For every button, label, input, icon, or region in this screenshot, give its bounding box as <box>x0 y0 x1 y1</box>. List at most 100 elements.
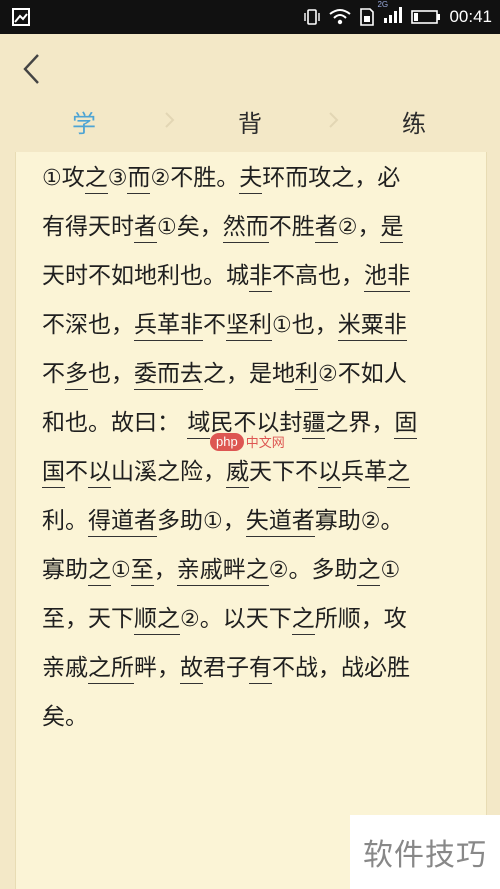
annotation-marker[interactable]: ① <box>380 558 400 583</box>
sim-card-icon <box>360 8 375 26</box>
underlined-word: 者 <box>314 214 338 243</box>
underlined-word: 非 <box>387 263 410 292</box>
underlined-word: 得道 <box>88 508 134 537</box>
status-bar: 2G 00:41 <box>0 0 500 34</box>
underlined-word: 非 <box>249 263 272 292</box>
poem-segment: 有得天时 <box>42 214 134 240</box>
underlined-word: 是 <box>380 214 404 243</box>
vibrate-icon <box>304 9 321 25</box>
annotation-marker[interactable]: ② <box>269 558 289 583</box>
underlined-word: 至 <box>130 557 154 586</box>
poem-segment: 不胜 <box>268 214 315 240</box>
annotation-marker[interactable]: ② <box>150 166 170 191</box>
poem-segment: 畔， <box>134 655 180 681</box>
status-time: 00:41 <box>449 7 492 26</box>
tab-learn[interactable]: 学 <box>72 104 96 139</box>
poem-segment: 和也。故曰： <box>42 410 188 436</box>
underlined-word: 池 <box>364 263 387 292</box>
underlined-word: 故 <box>180 655 203 684</box>
poem-segment: 不深也， <box>42 312 134 338</box>
underlined-word: 利 <box>295 361 318 390</box>
poem-line: 国不以山溪之险，威天下不以兵革之 <box>42 448 462 497</box>
poem-segment: 至，天下 <box>42 606 134 632</box>
underlined-word: 亲戚 <box>176 557 223 586</box>
annotation-marker[interactable]: ② <box>361 509 381 534</box>
underlined-word: 非 <box>383 312 407 341</box>
underlined-word: 非 <box>180 312 203 341</box>
underlined-word: 之 <box>387 459 410 488</box>
poem-segment: 天时不如地利也。城 <box>42 263 249 289</box>
poem-segment: 所顺，攻 <box>314 606 407 632</box>
poem-segment: 。 <box>380 508 404 534</box>
poem-line: 不深也，兵革非不坚利①也，米粟非 <box>42 301 462 350</box>
php-logo-text: 中文网 <box>245 436 285 451</box>
poem-segment: 不 <box>42 361 65 387</box>
corner-watermark: 软件技巧 <box>350 815 500 889</box>
poem-segment: 。多助 <box>288 557 358 583</box>
underlined-word: 夫 <box>239 165 263 194</box>
poem-segment: ， <box>357 214 381 240</box>
annotation-marker[interactable]: ① <box>272 313 292 338</box>
annotation-marker[interactable]: ① <box>203 509 223 534</box>
annotation-marker[interactable]: ② <box>180 607 200 632</box>
php-watermark: php 中文网 <box>210 432 285 451</box>
poem-segment: 多助 <box>157 508 203 534</box>
poem-segment: 环而攻之，必 <box>262 165 401 191</box>
image-notification-icon <box>12 8 30 26</box>
poem-segment: 天下不 <box>249 459 318 485</box>
underlined-word: 顺 <box>134 606 157 635</box>
underlined-word: 之 <box>245 557 269 586</box>
poem-segment: 之界， <box>325 410 395 436</box>
underlined-word: 有 <box>249 655 272 684</box>
annotation-marker[interactable]: ③ <box>108 166 128 191</box>
poem-segment: 也， <box>88 361 134 387</box>
php-logo: php <box>210 432 244 451</box>
poem-line: ①攻之③而②不胜。夫环而攻之，必 <box>42 154 462 203</box>
tab-bar: 学 背 练 <box>0 100 500 140</box>
poem-segment: 也， <box>291 312 338 338</box>
underlined-word: 者 <box>134 508 157 537</box>
poem-segment: 兵革 <box>341 459 387 485</box>
poem-segment: 不如人 <box>337 361 407 387</box>
underlined-word: 多 <box>65 361 88 390</box>
poem-segment: 不战，战必胜 <box>272 655 410 681</box>
underlined-word: 去 <box>180 361 203 390</box>
poem-line: 至，天下顺之②。以天下之所顺，攻 <box>42 595 462 644</box>
underlined-word: 之 <box>88 557 111 586</box>
annotation-marker[interactable]: ① <box>111 558 131 583</box>
underlined-word: 之 <box>291 606 315 635</box>
back-arrow-icon[interactable] <box>18 52 50 86</box>
annotation-marker[interactable]: ① <box>42 166 62 191</box>
underlined-word: 米粟 <box>337 312 384 341</box>
poem-line: 寡助之①至，亲戚畔之②。多助之① <box>42 546 462 595</box>
poem-segment: 不胜。 <box>170 165 240 191</box>
poem-segment: 寡助 <box>42 557 88 583</box>
poem-line: 天时不如地利也。城非不高也，池非 <box>42 252 462 301</box>
content-panel: ①攻之③而②不胜。夫环而攻之，必 有得天时者①矣，然而不胜者②，是 天时不如地利也。… <box>15 152 487 889</box>
underlined-word: 坚利 <box>226 312 272 341</box>
annotation-marker[interactable]: ② <box>338 215 358 240</box>
poem-segment: 矣。 <box>42 704 88 730</box>
poem-segment: ， <box>153 557 177 583</box>
underlined-word: 而 <box>157 361 180 390</box>
poem-segment: 攻 <box>61 165 85 191</box>
underlined-word: 威 <box>226 459 249 488</box>
underlined-word: 以 <box>318 459 341 488</box>
annotation-marker[interactable]: ② <box>318 362 338 387</box>
poem-segment: 君子 <box>203 655 249 681</box>
battery-icon <box>411 10 441 24</box>
underlined-word: 域 <box>187 410 211 439</box>
underlined-word: 失道 <box>245 508 292 537</box>
wifi-icon <box>329 9 352 25</box>
poem-segment: 寡助 <box>314 508 361 534</box>
underlined-word: 疆 <box>302 410 326 439</box>
underlined-word: 之 <box>84 165 108 194</box>
poem-line: 不多也，委而去之，是地利②不如人 <box>42 350 462 399</box>
tab-practice[interactable]: 练 <box>402 104 426 139</box>
underlined-word: 然而 <box>222 214 269 243</box>
chevron-right-icon <box>329 112 339 128</box>
poem-segment: 不高也， <box>272 263 364 289</box>
tab-recite[interactable]: 背 <box>238 104 262 139</box>
underlined-word: 者 <box>291 508 315 537</box>
annotation-marker[interactable]: ① <box>157 215 177 240</box>
